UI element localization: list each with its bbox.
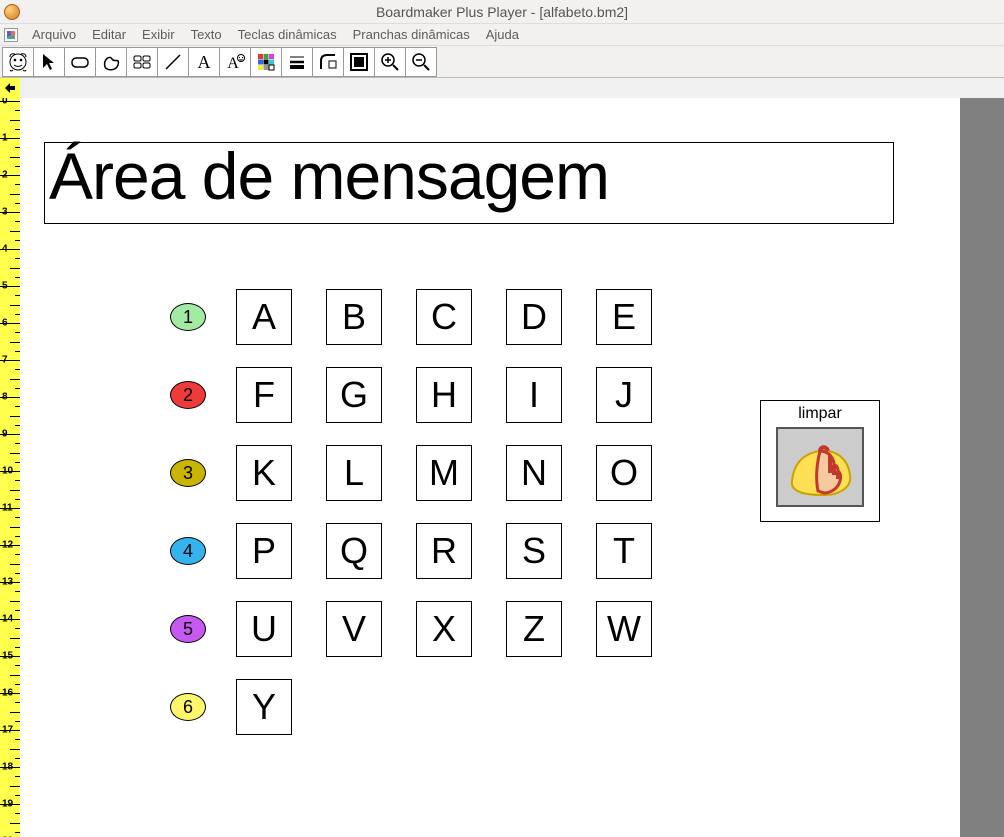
- letter-key-e[interactable]: E: [596, 289, 652, 345]
- text-tool[interactable]: A: [188, 47, 220, 77]
- workspace-gutter: [960, 98, 1004, 837]
- letter-key-n[interactable]: N: [506, 445, 562, 501]
- clear-button[interactable]: limpar: [760, 400, 880, 522]
- window-titlebar: Boardmaker Plus Player - [alfabeto.bm2]: [0, 0, 1004, 24]
- fill-tool[interactable]: [343, 47, 375, 77]
- letter-key-s[interactable]: S: [506, 523, 562, 579]
- message-area[interactable]: Área de mensagem: [44, 142, 894, 224]
- workspace: Área de mensagem 1 ABCDE 2 FGHIJ 3 KLMNO 4 PQRS…: [20, 98, 1004, 837]
- window-title: Boardmaker Plus Player - [alfabeto.bm2]: [0, 4, 1004, 20]
- letter-key-d[interactable]: D: [506, 289, 562, 345]
- clear-button-label: limpar: [798, 405, 842, 423]
- svg-text:A: A: [198, 52, 211, 72]
- message-area-label: Área de mensagem: [49, 143, 609, 209]
- letter-key-w[interactable]: W: [596, 601, 652, 657]
- line-tool[interactable]: [157, 47, 189, 77]
- letter-key-c[interactable]: C: [416, 289, 472, 345]
- letter-key-y[interactable]: Y: [236, 679, 292, 735]
- thickness-tool[interactable]: [281, 47, 313, 77]
- menu-ajuda[interactable]: Ajuda: [478, 25, 527, 44]
- pointer-tool[interactable]: [33, 47, 65, 77]
- menu-bar: ArquivoEditarExibirTextoTeclas dinâmicas…: [0, 24, 1004, 46]
- menu-editar[interactable]: Editar: [84, 25, 134, 44]
- ruler-row: 0123456789101112131415161718192021222324…: [0, 78, 1004, 98]
- menu-pranchas-din-micas[interactable]: Pranchas dinâmicas: [345, 25, 478, 44]
- letter-key-j[interactable]: J: [596, 367, 652, 423]
- menu-arquivo[interactable]: Arquivo: [24, 25, 84, 44]
- zoom-in-tool[interactable]: [374, 47, 406, 77]
- toolbar: AA: [0, 46, 1004, 78]
- letter-key-b[interactable]: B: [326, 289, 382, 345]
- letter-key-z[interactable]: Z: [506, 601, 562, 657]
- row-marker-2[interactable]: 2: [170, 381, 206, 409]
- row-marker-5[interactable]: 5: [170, 615, 206, 643]
- grid-tool[interactable]: [126, 47, 158, 77]
- letter-row: 1 ABCDE: [170, 278, 686, 356]
- letter-key-h[interactable]: H: [416, 367, 472, 423]
- letter-key-m[interactable]: M: [416, 445, 472, 501]
- app-badge-icon: [4, 4, 20, 20]
- board-page[interactable]: Área de mensagem 1 ABCDE 2 FGHIJ 3 KLMNO 4 PQRS…: [20, 98, 960, 837]
- letter-key-q[interactable]: Q: [326, 523, 382, 579]
- row-marker-3[interactable]: 3: [170, 459, 206, 487]
- letter-key-p[interactable]: P: [236, 523, 292, 579]
- letter-key-a[interactable]: A: [236, 289, 292, 345]
- letter-key-g[interactable]: G: [326, 367, 382, 423]
- letter-key-l[interactable]: L: [326, 445, 382, 501]
- app-file-icon: [4, 28, 18, 42]
- zoom-out-tool[interactable]: [405, 47, 437, 77]
- clean-icon: [776, 427, 864, 507]
- menu-texto[interactable]: Texto: [183, 25, 230, 44]
- row-marker-6[interactable]: 6: [170, 693, 206, 721]
- letter-key-v[interactable]: V: [326, 601, 382, 657]
- corner-tool[interactable]: [312, 47, 344, 77]
- color-swatch-tool[interactable]: [250, 47, 282, 77]
- letter-row: 2 FGHIJ: [170, 356, 686, 434]
- letter-grid: 1ABCDE2FGHIJ3KLMNO4PQRST5UVXZW6Y: [170, 278, 686, 746]
- letter-key-k[interactable]: K: [236, 445, 292, 501]
- menu-teclas-din-micas[interactable]: Teclas dinâmicas: [230, 25, 345, 44]
- letter-key-i[interactable]: I: [506, 367, 562, 423]
- row-marker-1[interactable]: 1: [170, 303, 206, 331]
- rounded-rect-tool[interactable]: [64, 47, 96, 77]
- letter-row: 4 PQRST: [170, 512, 686, 590]
- vertical-ruler: 0123456789101112131415161718192021222324…: [0, 98, 20, 837]
- letter-key-x[interactable]: X: [416, 601, 472, 657]
- row-marker-4[interactable]: 4: [170, 537, 206, 565]
- letter-row: 5 UVXZW: [170, 590, 686, 668]
- letter-key-r[interactable]: R: [416, 523, 472, 579]
- letter-key-f[interactable]: F: [236, 367, 292, 423]
- letter-key-t[interactable]: T: [596, 523, 652, 579]
- letter-row: 3 KLMNO: [170, 434, 686, 512]
- face-tool[interactable]: [2, 47, 34, 77]
- letter-key-o[interactable]: O: [596, 445, 652, 501]
- letter-row: 6Y: [170, 668, 686, 746]
- menu-exibir[interactable]: Exibir: [134, 25, 183, 44]
- ruler-corner: [0, 78, 20, 98]
- symbol-text-tool[interactable]: A: [219, 47, 251, 77]
- freeform-tool[interactable]: [95, 47, 127, 77]
- letter-key-u[interactable]: U: [236, 601, 292, 657]
